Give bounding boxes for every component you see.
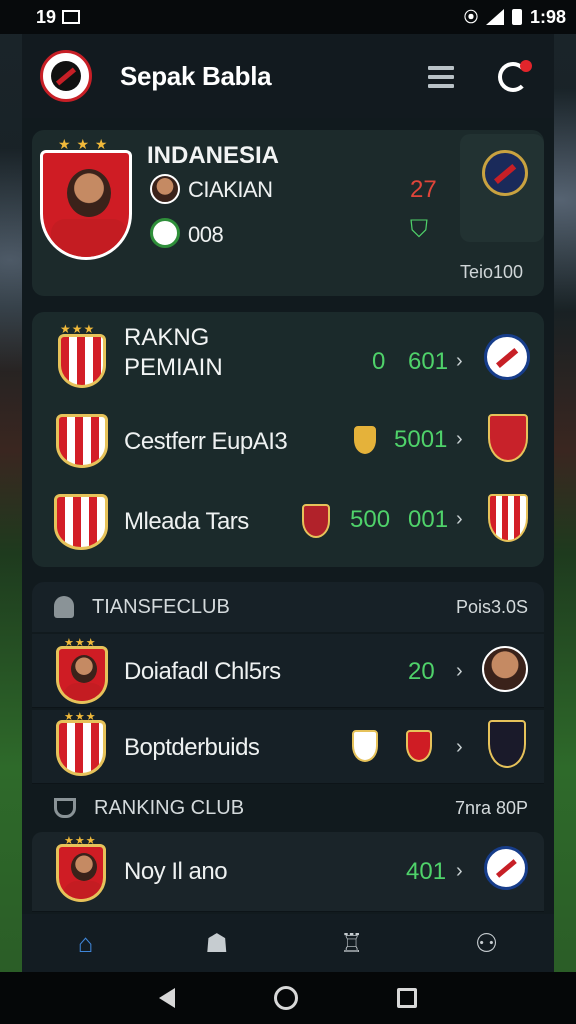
home-circle-icon[interactable] — [273, 986, 298, 1010]
transfer-right-text: Pois3.0S — [455, 596, 528, 617]
club-shield-icon — [488, 414, 528, 462]
chevron-right-icon[interactable]: › — [456, 736, 463, 759]
player-avatar-icon — [482, 646, 528, 692]
status-left-text: 19 — [36, 6, 57, 27]
ranking-club-title: RANKING CLUB — [94, 796, 245, 819]
row-value-b: 001 — [408, 506, 449, 533]
club-shield-icon — [56, 414, 108, 468]
club-badge-icon — [352, 730, 378, 762]
row-value-a: 500 — [350, 506, 391, 533]
bottom-tab-bar: ⌂ ☗ ♖ ⚇ — [22, 914, 554, 972]
stars-icon: ★★★ — [64, 835, 97, 847]
player-shield-icon — [56, 646, 108, 704]
row-value: 5001 — [394, 426, 448, 453]
club-shield-icon — [58, 334, 106, 388]
featured-stat1-label: CIAKIAN — [188, 177, 273, 202]
ranking-club-header: RANKING CLUB 7nra 80P — [32, 786, 544, 830]
row-label: Cestferr EupAI3 — [124, 428, 288, 455]
player-avatar-icon — [150, 174, 180, 204]
club-badge-icon — [302, 504, 330, 538]
trophy-icon[interactable]: ♖ — [340, 928, 363, 959]
menu-icon[interactable] — [428, 66, 454, 88]
ranking-row[interactable]: Cestferr EupAI3 5001 › — [32, 400, 544, 480]
ranking-row[interactable]: Mleada Tars 500 001 › — [32, 482, 544, 562]
status-time: 1:98 — [529, 6, 566, 27]
app-title: Sepak Babla — [120, 60, 272, 91]
chevron-right-icon[interactable]: › — [456, 508, 463, 531]
transfer-section-header: TIANSFECLUB Pois3.0S — [32, 582, 544, 632]
ranking-title-line1: RAKNG — [124, 324, 210, 351]
featured-stat1-value: 27 — [410, 176, 437, 203]
ranking-club-right-text: 7nra 80P — [454, 797, 528, 818]
user-icon — [54, 596, 74, 618]
club-shield-icon — [54, 494, 108, 550]
row-label: Doiafadl Chl5rs — [124, 658, 281, 685]
system-nav-bar — [0, 972, 576, 1024]
club-badge-icon — [150, 218, 180, 248]
player-shield-icon — [40, 150, 132, 260]
wifi-icon: ⦿ — [463, 9, 478, 25]
team-icon[interactable]: ☗ — [205, 928, 228, 959]
club-crest-icon — [484, 334, 530, 380]
ranking-value-b: 601 — [408, 348, 449, 375]
club-shield-icon — [488, 720, 526, 768]
home-icon[interactable]: ⌂ — [78, 928, 94, 959]
settings-icon[interactable] — [498, 60, 532, 92]
stars-icon: ★★★ — [60, 322, 96, 336]
battery-icon — [511, 9, 522, 25]
ranking-pemain-card: ★★★ RAKNG PEMIAIN 0 601 › Cestferr EupAI… — [32, 312, 544, 567]
featured-card[interactable]: ★ ★ ★ INDANESIA CIAKIAN 27 008 ⛉ Teio100 — [32, 130, 544, 296]
club-crest-icon — [482, 150, 528, 196]
transfer-row[interactable]: ★★★ Boptderbuids › — [32, 710, 544, 784]
row-value: 20 — [408, 658, 435, 685]
back-icon[interactable] — [159, 988, 176, 1008]
app-bar: Sepak Babla — [22, 34, 554, 118]
club-crest-icon — [484, 846, 528, 890]
chevron-right-icon[interactable]: › — [456, 860, 463, 883]
image-icon — [62, 10, 81, 24]
transfer-row[interactable]: ★★★ Doiafadl Chl5rs 20 › — [32, 634, 544, 708]
gold-badge-icon — [354, 426, 376, 454]
club-shield-icon — [488, 494, 528, 542]
recents-icon[interactable] — [396, 988, 417, 1008]
app-logo[interactable] — [40, 50, 92, 102]
trophy-icon — [54, 798, 76, 818]
row-label: Noy Il ano — [124, 858, 228, 885]
club-shield-icon — [56, 720, 106, 776]
profile-icon[interactable]: ⚇ — [475, 928, 498, 959]
ranking-title-line2: PEMIAIN — [124, 354, 223, 381]
player-shield-icon — [56, 844, 106, 902]
chevron-right-icon[interactable]: › — [456, 350, 463, 373]
row-label: Mleada Tars — [124, 508, 249, 535]
club-badge-icon — [406, 730, 432, 762]
chevron-right-icon[interactable]: › — [456, 428, 463, 451]
featured-footer: Teio100 — [460, 262, 524, 282]
green-badge-icon: ⛉ — [410, 216, 428, 243]
row-label: Boptderbuids — [124, 734, 260, 761]
row-value: 401 — [406, 858, 447, 885]
ranking-value-a: 0 — [372, 348, 386, 375]
club-row[interactable]: ★★★ Noy Il ano 401 › — [32, 832, 544, 912]
stars-icon: ★ ★ ★ — [58, 136, 109, 152]
featured-title: INDANESIA — [147, 142, 280, 169]
transfer-title: TIANSFECLUB — [92, 595, 230, 618]
stars-icon: ★★★ — [64, 637, 97, 649]
featured-stat2-label: 008 — [188, 222, 224, 247]
status-bar: 19 ⦿ 1:98 — [0, 0, 576, 34]
chevron-right-icon[interactable]: › — [456, 660, 463, 683]
signal-icon — [485, 9, 504, 25]
stars-icon: ★★★ — [64, 711, 97, 723]
